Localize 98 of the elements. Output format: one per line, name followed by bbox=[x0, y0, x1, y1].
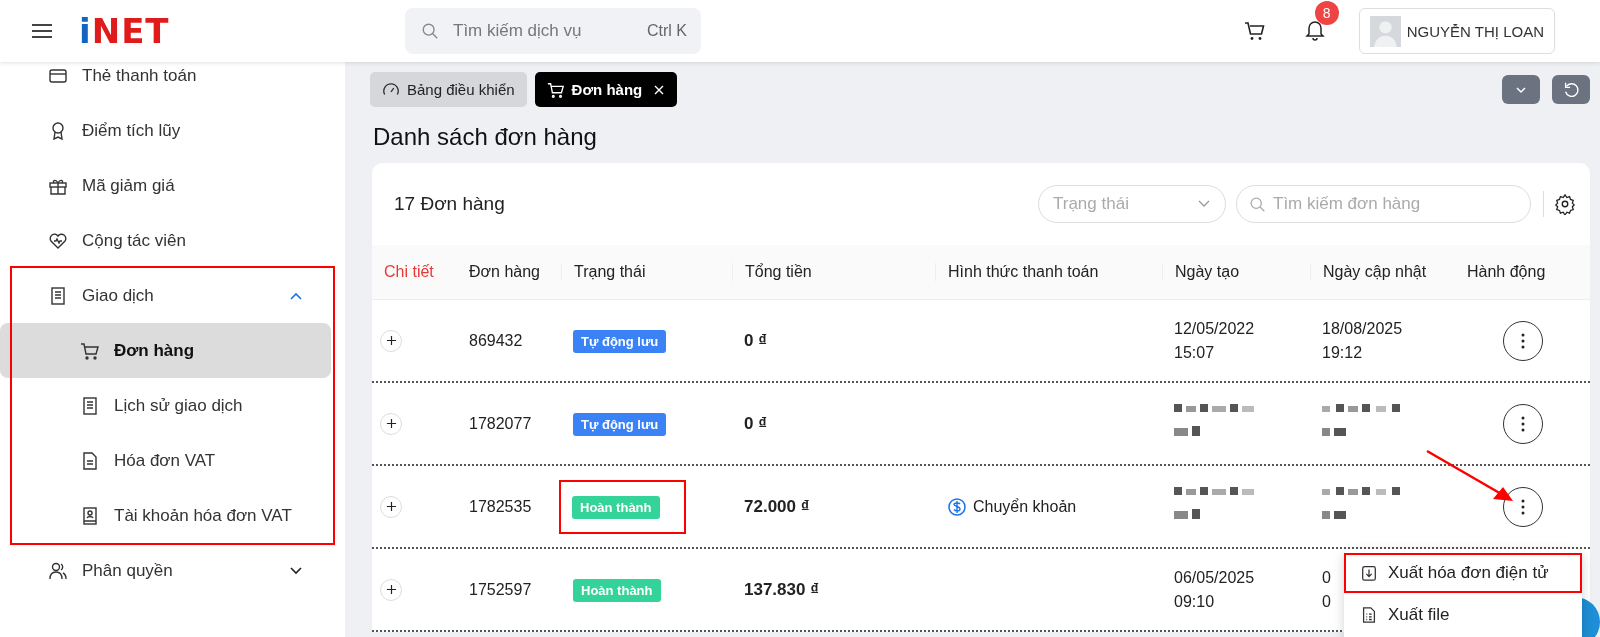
more-button[interactable] bbox=[1503, 403, 1543, 444]
kebab-icon bbox=[1521, 332, 1525, 349]
column-header: Hình thức thanh toán bbox=[935, 263, 1162, 281]
column-header: Hành động bbox=[1466, 263, 1547, 281]
tab[interactable]: Đơn hàng bbox=[534, 72, 678, 107]
total-amount: 0 ₫ bbox=[744, 330, 767, 351]
sidebar-label: Mã giảm giá bbox=[82, 175, 176, 196]
avatar-icon bbox=[1369, 15, 1401, 47]
status-badge: Hoàn thành bbox=[572, 495, 660, 519]
plus-icon bbox=[385, 584, 397, 595]
shortcut-hint: Ctrl K bbox=[647, 22, 687, 40]
total-amount: 72.000 ₫ bbox=[744, 496, 810, 517]
sidebar-label: Điểm tích lũy bbox=[82, 120, 182, 141]
expand-button[interactable] bbox=[380, 412, 402, 435]
plus-icon bbox=[385, 418, 397, 429]
user-button[interactable]: NGUYỄN THỊ LOAN bbox=[1358, 8, 1555, 54]
file-icon bbox=[80, 450, 100, 471]
created-date: 15:07 bbox=[1174, 343, 1215, 362]
more-button[interactable] bbox=[1503, 320, 1543, 361]
cart-icon bbox=[80, 340, 100, 361]
plus-icon bbox=[385, 335, 397, 346]
sidebar-item[interactable]: Đơn hàng bbox=[0, 323, 331, 378]
sidebar-label: Đơn hàng bbox=[114, 340, 196, 361]
expand-button[interactable] bbox=[380, 578, 402, 601]
sidebar-label: Phân quyền bbox=[82, 560, 174, 581]
status-badge: Hoàn thành bbox=[573, 578, 661, 602]
search-icon bbox=[421, 22, 439, 40]
sidebar-label: Lịch sử giao dịch bbox=[114, 395, 244, 416]
column-header: Chi tiết bbox=[383, 263, 435, 281]
updated-date: 19:12 bbox=[1322, 343, 1363, 362]
heart-icon bbox=[48, 230, 68, 251]
search-icon bbox=[1249, 196, 1266, 213]
cart-icon bbox=[546, 80, 565, 99]
sidebar-label: Thẻ thanh toán bbox=[82, 66, 198, 86]
more-button[interactable] bbox=[1503, 486, 1543, 527]
sheet-icon bbox=[1360, 605, 1378, 624]
sidebar-item[interactable]: Mã giảm giá bbox=[0, 158, 333, 213]
sidebar-label: Cộng tác viên bbox=[82, 230, 187, 251]
created-date: 12/05/2022 bbox=[1174, 319, 1255, 338]
order-id: 1782535 bbox=[469, 497, 532, 516]
refresh-button[interactable] bbox=[1552, 75, 1590, 104]
notification-badge: 8 bbox=[1314, 1, 1339, 25]
download-icon bbox=[1360, 563, 1378, 582]
order-id: 1782077 bbox=[469, 414, 532, 433]
order-id: 869432 bbox=[469, 331, 523, 350]
sidebar-item[interactable]: Cộng tác viên bbox=[0, 213, 333, 268]
sidebar-item[interactable]: Hóa đơn VAT bbox=[0, 433, 333, 488]
order-search-field[interactable]: Tìm kiếm đơn hàng bbox=[1236, 185, 1531, 223]
status-badge: Tự động lưu bbox=[573, 329, 667, 353]
close-icon[interactable] bbox=[653, 83, 666, 96]
updated-date: 0 bbox=[1322, 568, 1331, 587]
caret-icon bbox=[1514, 84, 1528, 95]
total-amount: 0 ₫ bbox=[744, 413, 767, 434]
sidebar-label: Hóa đơn VAT bbox=[114, 450, 217, 471]
sidebar-item[interactable]: Phân quyền bbox=[0, 543, 333, 598]
dollar-icon bbox=[947, 496, 967, 517]
expand-button[interactable] bbox=[380, 495, 402, 518]
contact-icon bbox=[80, 505, 100, 526]
order-count: 17 Đơn hàng bbox=[394, 193, 505, 215]
cart-icon[interactable] bbox=[1242, 19, 1267, 43]
collapse-button[interactable] bbox=[1502, 75, 1540, 104]
caret-icon bbox=[1197, 199, 1211, 209]
column-header: Ngày tạo bbox=[1162, 263, 1310, 281]
updated-date: 0 bbox=[1322, 592, 1331, 611]
menu-item[interactable]: Xuất file bbox=[1346, 596, 1580, 633]
card-icon bbox=[48, 66, 68, 86]
column-header: Đơn hàng bbox=[468, 263, 541, 281]
sidebar-label: Giao dịch bbox=[82, 285, 155, 306]
sidebar-label: Tài khoản hóa đơn VAT bbox=[114, 505, 293, 526]
updated-date: 18/08/2025 bbox=[1322, 319, 1403, 338]
column-header: Trạng thái bbox=[561, 263, 732, 281]
plus-icon bbox=[385, 501, 397, 512]
users-icon bbox=[48, 560, 68, 581]
receipt-icon bbox=[80, 395, 100, 416]
sidebar-item[interactable]: Điểm tích lũy bbox=[0, 103, 333, 158]
menu-icon[interactable] bbox=[31, 23, 53, 39]
sidebar-item[interactable]: Tài khoản hóa đơn VAT bbox=[0, 488, 333, 543]
created-date: 09:10 bbox=[1174, 592, 1215, 611]
order-id: 1752597 bbox=[469, 580, 532, 599]
payment-method: Chuyển khoản bbox=[973, 497, 1077, 516]
column-header: Ngày cập nhật bbox=[1310, 263, 1455, 281]
refresh-icon bbox=[1562, 80, 1580, 99]
created-date: 06/05/2025 bbox=[1174, 568, 1255, 587]
total-amount: 137.830 ₫ bbox=[744, 579, 819, 600]
column-header: Tổng tiền bbox=[732, 263, 935, 281]
menu-item[interactable]: Xuất hóa đơn điện tử bbox=[1346, 554, 1580, 591]
page-title: Danh sách đơn hàng bbox=[373, 123, 598, 151]
sidebar-item[interactable]: Thẻ thanh toán bbox=[0, 62, 333, 103]
receipt-icon bbox=[48, 285, 68, 306]
kebab-icon bbox=[1521, 415, 1525, 432]
sidebar-item[interactable]: Giao dịch bbox=[0, 268, 333, 323]
tab[interactable]: Bảng điều khiển bbox=[370, 72, 527, 107]
expand-button[interactable] bbox=[380, 329, 402, 352]
logo[interactable]: i N ET bbox=[79, 11, 189, 51]
kebab-icon bbox=[1521, 498, 1525, 515]
settings-icon[interactable] bbox=[1554, 193, 1576, 215]
sidebar-item[interactable]: Lịch sử giao dịch bbox=[0, 378, 333, 433]
status-badge: Tự động lưu bbox=[573, 412, 667, 436]
